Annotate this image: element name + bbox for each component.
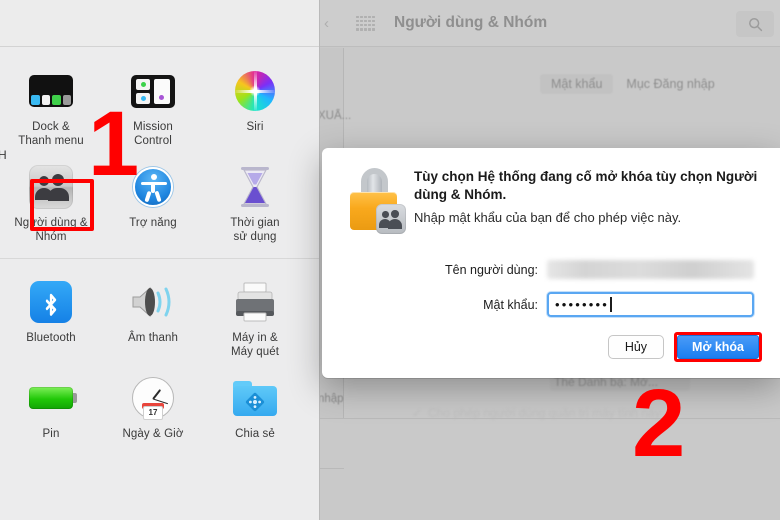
password-masked-value: •••••••• (555, 297, 610, 312)
pref-date-time[interactable]: 17 Ngày & Giờ (102, 365, 204, 461)
pref-label: Siri (246, 121, 264, 133)
pref-label: Dock & Thanh menu (18, 121, 84, 147)
printers-scanners-icon (232, 279, 278, 325)
pref-label: Thời gian sử dụng (230, 217, 280, 243)
pref-label: Trợ năng (129, 217, 177, 229)
prefs-section-2: Bluetooth Âm thanh Máy in & Máy quét Pin… (0, 258, 319, 469)
app-grid-icon[interactable] (356, 15, 375, 31)
search-icon[interactable] (736, 11, 774, 37)
prefs-row: Bluetooth Âm thanh Máy in & Máy quét (0, 269, 319, 365)
prefs-toolbar-strip (0, 0, 319, 47)
screenshot-root: ‹ Người dùng & Nhóm XUẤ... nhập Mật khẩu (0, 0, 780, 520)
window-tabs: Mật khẩu Mục Đăng nhập (540, 74, 726, 94)
step-2-number: 2 (632, 370, 686, 477)
pref-dock-menubar[interactable]: Dock & Thanh menu (0, 58, 102, 154)
sharing-icon (232, 375, 278, 421)
prefs-row: Pin 17 Ngày & Giờ Chia sẻ (0, 365, 319, 461)
pref-sharing[interactable]: Chia sẻ (204, 365, 306, 461)
cancel-button[interactable]: Hủy (607, 335, 665, 359)
username-field[interactable] (547, 260, 754, 279)
back-chevron-icon[interactable]: ‹ (324, 15, 338, 32)
window-title: Người dùng & Nhóm (394, 14, 548, 31)
sound-icon (130, 279, 176, 325)
password-field[interactable]: •••••••• (547, 292, 754, 317)
pref-siri[interactable]: Siri (204, 58, 306, 154)
pref-printers-scanners[interactable]: Máy in & Máy quét (204, 269, 306, 365)
dialog-header: Tùy chọn Hệ thống đang cố mở khóa tùy ch… (322, 148, 780, 244)
date-time-icon: 17 (130, 375, 176, 421)
pref-label: Pin (42, 428, 60, 440)
siri-icon (232, 68, 278, 114)
pref-label: Máy in & Máy quét (230, 332, 280, 358)
pref-battery[interactable]: Pin (0, 365, 102, 461)
screen-time-icon (232, 164, 278, 210)
clock-date-number: 17 (143, 406, 163, 420)
tab-mat-khau[interactable]: Mật khẩu (540, 74, 614, 94)
dialog-buttons: Hủy Mở khóa (607, 332, 762, 362)
sidebar-item-label: XUẤ... (320, 110, 352, 122)
lock-users-icon (348, 168, 406, 234)
prefs-row: Dock & Thanh menu Mission Control Siri (0, 58, 319, 154)
pref-label: Chia sẻ (235, 428, 275, 440)
password-label: Mật khẩu: (483, 297, 538, 312)
pref-bluetooth[interactable]: Bluetooth (0, 269, 102, 365)
preferences-grid: Dock & Thanh menu Mission Control Siri N… (0, 48, 319, 469)
step-1-number: 1 (88, 93, 140, 195)
pref-label: Âm thanh (127, 332, 179, 344)
window-toolbar: ‹ Người dùng & Nhóm (320, 0, 780, 47)
dialog-title: Tùy chọn Hệ thống đang cố mở khóa tùy ch… (414, 169, 758, 202)
tab-muc-dang-nhap[interactable]: Mục Đăng nhập (615, 74, 725, 94)
sidebar-divider-2 (320, 468, 344, 469)
bluetooth-icon (28, 279, 74, 325)
unlock-button[interactable]: Mở khóa (677, 335, 759, 359)
password-row: Mật khẩu: •••••••• (322, 292, 780, 317)
sidebar-bottom-divider (320, 418, 780, 419)
pref-label: Ngày & Giờ (122, 428, 184, 440)
pref-label: Bluetooth (26, 332, 76, 344)
battery-icon (28, 375, 77, 421)
pref-screen-time[interactable]: Thời gian sử dụng (204, 154, 306, 250)
system-preferences-panel: H Dock & Thanh men (0, 0, 320, 520)
unlock-button-highlight: Mở khóa (674, 332, 762, 362)
username-row: Tên người dùng: (322, 260, 780, 279)
username-label: Tên người dùng: (444, 262, 538, 277)
pref-sound[interactable]: Âm thanh (102, 269, 204, 365)
dock-icon (28, 68, 74, 114)
text-caret (610, 297, 612, 312)
unlock-password-dialog: Tùy chọn Hệ thống đang cố mở khóa tùy ch… (322, 148, 780, 378)
dialog-subtitle: Nhập mật khẩu của bạn để cho phép việc n… (414, 210, 682, 225)
step-1-highlight-box (30, 179, 94, 231)
sidebar-item-label-2: nhập (320, 393, 344, 405)
